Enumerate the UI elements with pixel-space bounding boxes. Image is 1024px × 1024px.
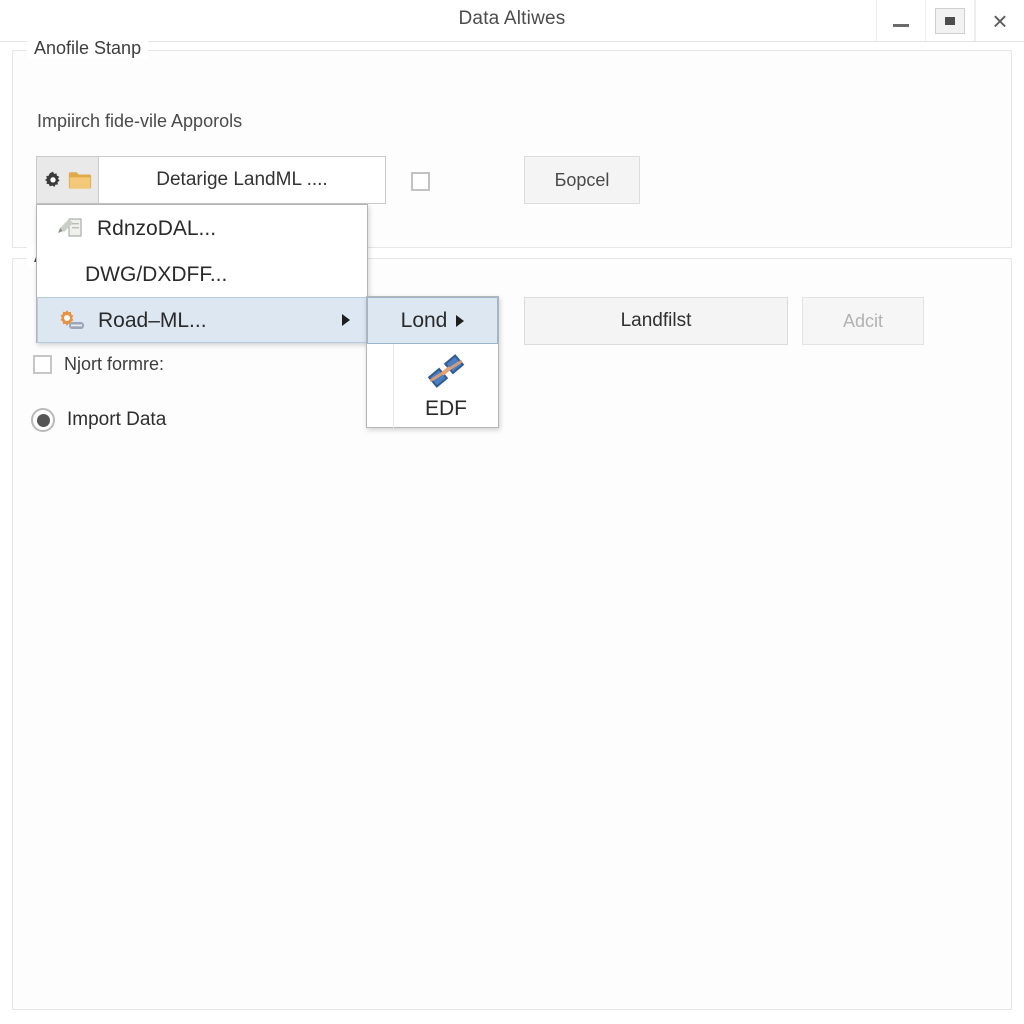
njort-formre-checkbox[interactable] — [33, 355, 52, 374]
chevron-right-icon — [342, 314, 350, 326]
menu-item-label: RdnzoDAL... — [97, 216, 217, 240]
import-data-label: Import Data — [67, 409, 167, 430]
maximize-button[interactable] — [925, 0, 975, 41]
folder-icon — [69, 172, 92, 189]
njort-formre-label: Njort formre: — [64, 354, 165, 374]
application-window: Data Altiwes × Anofile Stanp Impiirch fi… — [0, 0, 1024, 1024]
submenu-item-label: Lond — [400, 308, 448, 332]
import-data-radio[interactable] — [31, 408, 55, 432]
format-dropdown-menu: RdnzoDAL... DWG/DXDFF... Road–ML... — [36, 204, 368, 343]
combo-option-checkbox[interactable] — [411, 172, 430, 191]
submenu-item-lond[interactable]: Lond — [367, 297, 498, 344]
window-controls: × — [876, 0, 1024, 41]
cancel-button[interactable]: Бopсel — [524, 156, 640, 204]
combo-icon-pad[interactable] — [36, 156, 98, 204]
minimize-icon — [893, 24, 909, 27]
njort-formre-checkbox-row[interactable]: Njort formre: — [33, 354, 164, 375]
landfilst-button[interactable]: Landfilst — [524, 297, 788, 345]
road-ml-submenu: Lond EDF — [366, 296, 499, 428]
maximize-icon — [935, 7, 965, 34]
menu-item-rdnzodal[interactable]: RdnzoDAL... — [37, 205, 367, 251]
menu-item-label: Road–ML... — [98, 308, 207, 332]
close-button[interactable]: × — [975, 0, 1024, 41]
gear-icon — [44, 171, 60, 187]
menu-item-dwg-dxdff[interactable]: DWG/DXDFF... — [37, 251, 367, 297]
group-top-sublabel: Impiirch fide-vile Apporols — [37, 111, 243, 131]
title-bar: Data Altiwes × — [0, 0, 1024, 42]
file-path-field[interactable]: Detarige LandML .... — [98, 156, 386, 204]
chevron-right-icon — [456, 314, 465, 327]
edf-file-icon — [427, 354, 465, 388]
import-data-radio-row[interactable]: Import Data — [31, 408, 166, 432]
submenu-tile-edf[interactable]: EDF — [393, 344, 498, 428]
file-path-combo-row: Detarige LandML .... — [36, 156, 386, 204]
close-icon: × — [992, 5, 1008, 36]
road-gear-icon — [60, 310, 84, 329]
adcit-button: Adcit — [802, 297, 924, 345]
menu-item-label: DWG/DXDFF... — [85, 262, 228, 286]
submenu-tile-label: EDF — [425, 397, 467, 420]
minimize-button[interactable] — [876, 0, 925, 41]
document-pencil-icon — [58, 218, 82, 237]
window-title: Data Altiwes — [458, 8, 566, 29]
menu-item-road-ml[interactable]: Road–ML... — [37, 297, 367, 343]
group-top-legend: Anofile Stanp — [27, 38, 149, 59]
